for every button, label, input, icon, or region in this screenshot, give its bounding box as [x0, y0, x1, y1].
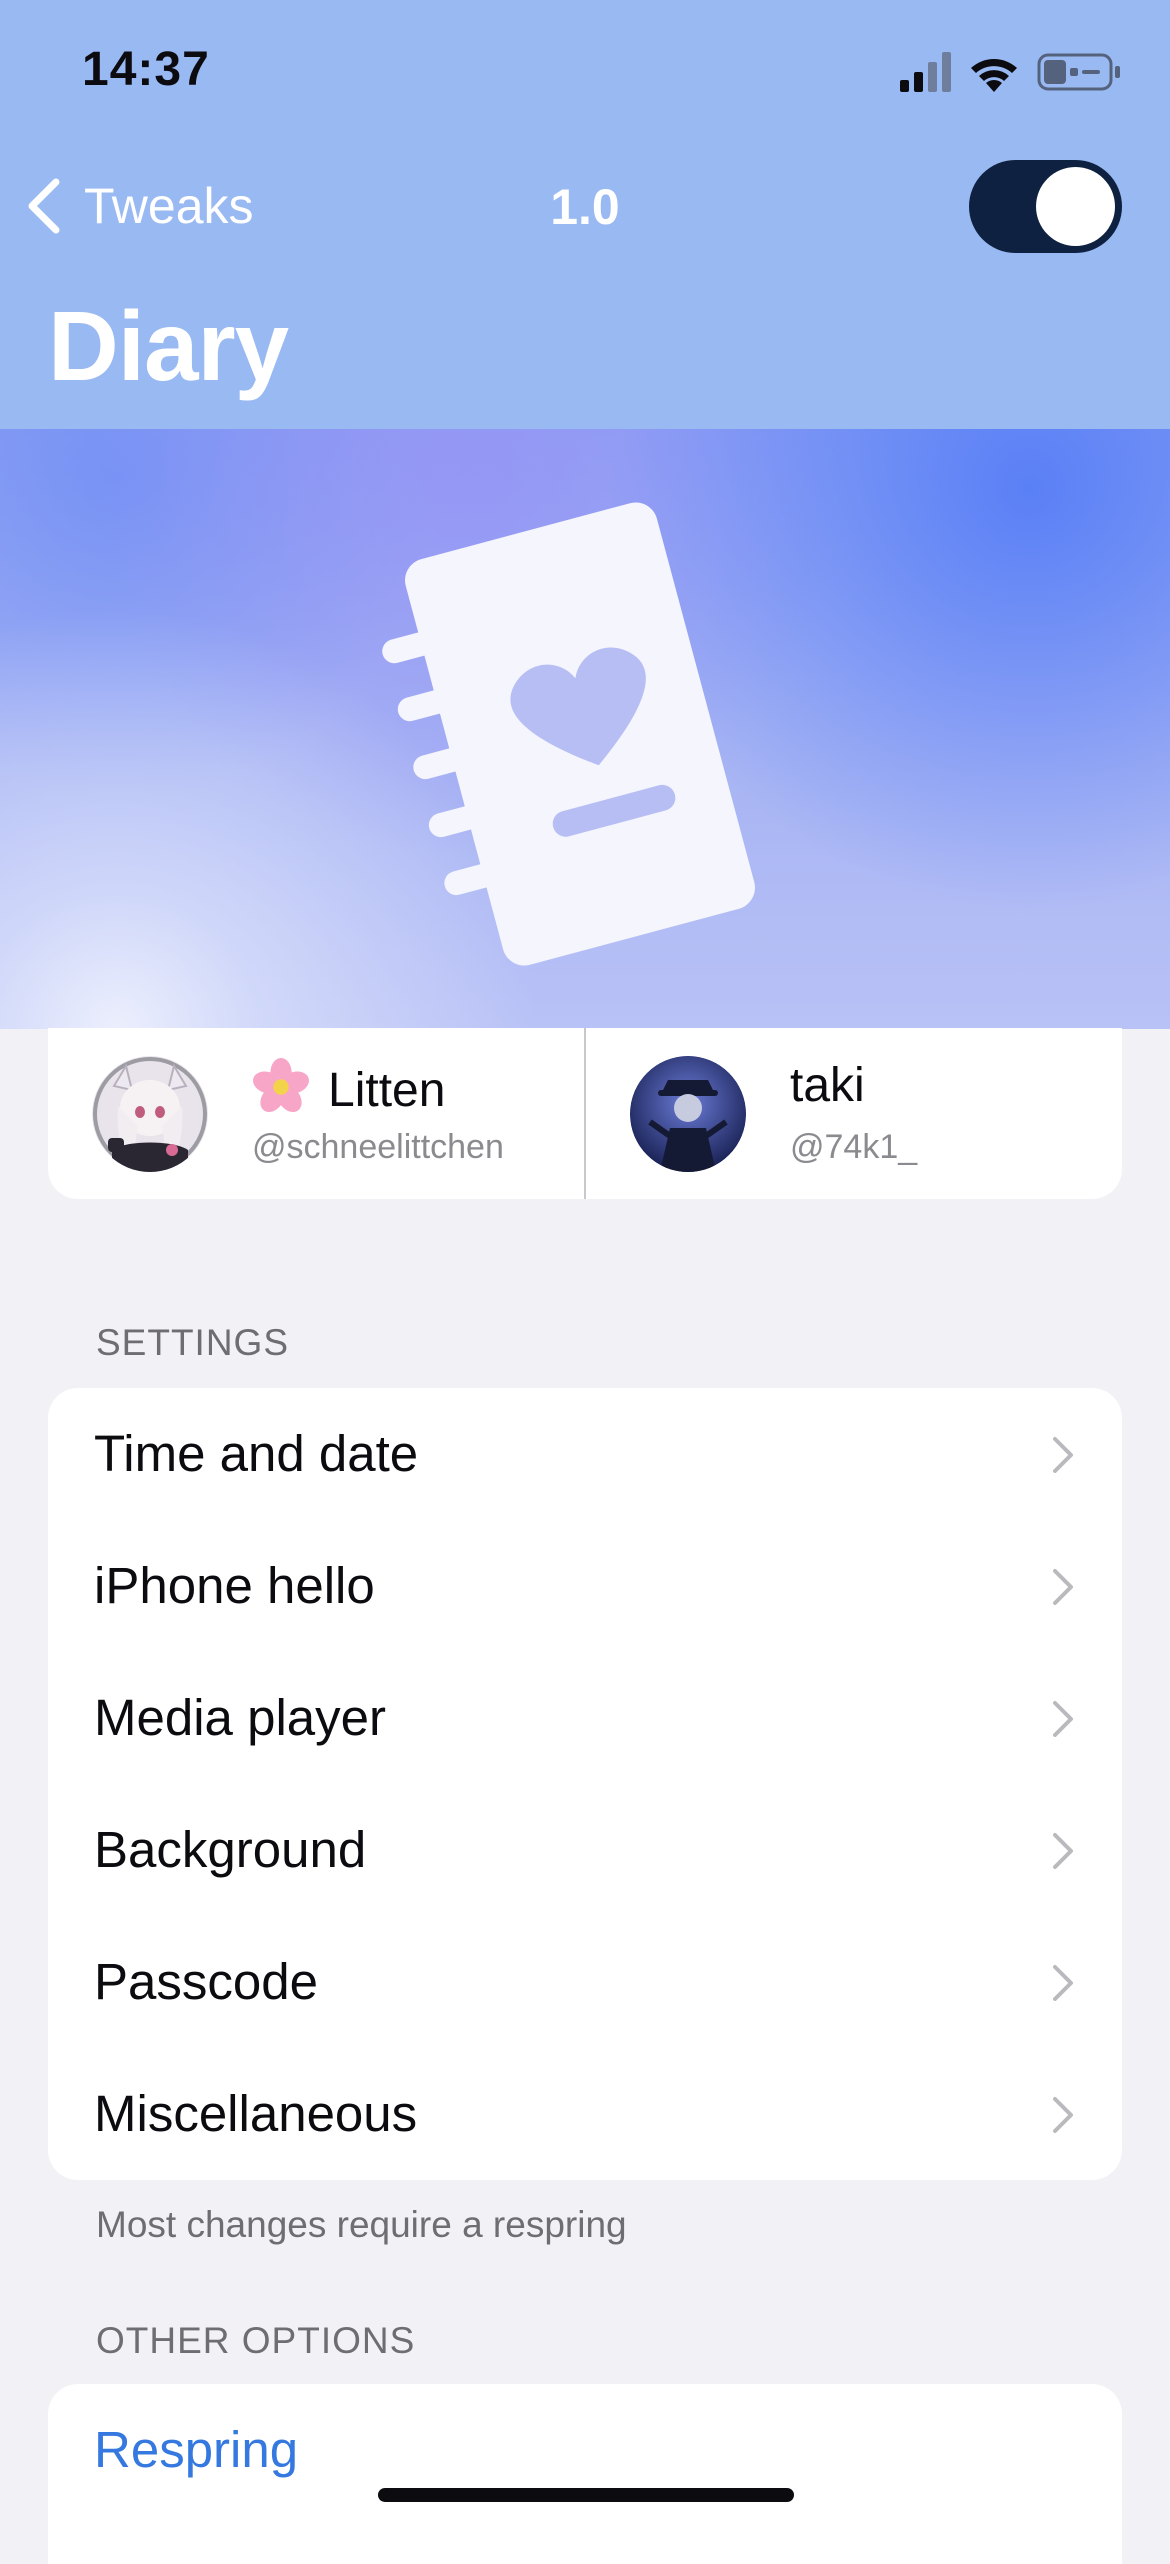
avatar [630, 1056, 746, 1172]
author-litten[interactable]: Litten @schneelittchen [48, 1028, 584, 1199]
settings-row-passcode[interactable]: Passcode [48, 1916, 1122, 2048]
author-name-text: Litten [328, 1064, 446, 1117]
battery-icon [1037, 53, 1120, 91]
status-icons [900, 52, 1120, 92]
settings-row-media-player[interactable]: Media player [48, 1652, 1122, 1784]
settings-group: Time and date iPhone hello Media player … [48, 1388, 1122, 2180]
author-name: taki [790, 1059, 865, 1112]
cherry-blossom-icon [253, 1058, 309, 1113]
enable-toggle[interactable] [969, 160, 1122, 253]
diary-notebook-icon [382, 502, 755, 966]
authors-card: Litten @schneelittchen taki @74k1_ [48, 1028, 1122, 1199]
author-handle: @74k1_ [790, 1128, 918, 1166]
settings-row-iphone-hello[interactable]: iPhone hello [48, 1520, 1122, 1652]
chevron-right-icon [1053, 2097, 1073, 2133]
cellular-signal-icon [900, 52, 951, 92]
row-label: Time and date [94, 1425, 419, 1482]
toggle-knob [1036, 167, 1115, 246]
author-name: Litten [252, 1058, 445, 1118]
header-banner [0, 429, 1170, 1029]
settings-footer-note: Most changes require a respring [96, 2204, 627, 2245]
wifi-icon [971, 59, 1017, 92]
settings-section-header: SETTINGS [96, 1322, 290, 1363]
avatar [92, 1056, 208, 1172]
chevron-right-icon [1053, 1833, 1073, 1869]
chevron-right-icon [1053, 1569, 1073, 1605]
other-options-section-header: OTHER OPTIONS [96, 2320, 416, 2361]
author-handle: @schneelittchen [252, 1128, 504, 1166]
page-title: Diary [48, 291, 289, 401]
chevron-right-icon [1053, 1965, 1073, 2001]
chevron-right-icon [1053, 1701, 1073, 1737]
respring-label: Respring [94, 2421, 299, 2478]
navigation-header: 14:37 Tweaks 1.0 Diary [0, 0, 1170, 429]
status-time: 14:37 [82, 43, 210, 96]
settings-row-background[interactable]: Background [48, 1784, 1122, 1916]
row-label: iPhone hello [94, 1557, 375, 1614]
home-indicator [378, 2488, 794, 2502]
chevron-right-icon [1053, 1437, 1073, 1473]
row-label: Background [94, 1821, 367, 1878]
row-label: Passcode [94, 1953, 318, 2010]
settings-row-time-and-date[interactable]: Time and date [48, 1388, 1122, 1520]
row-label: Media player [94, 1689, 386, 1746]
row-label: Miscellaneous [94, 2085, 418, 2142]
author-taki[interactable]: taki @74k1_ [586, 1028, 1122, 1199]
settings-row-miscellaneous[interactable]: Miscellaneous [48, 2048, 1122, 2180]
other-options-group: Respring [48, 2384, 1122, 2564]
